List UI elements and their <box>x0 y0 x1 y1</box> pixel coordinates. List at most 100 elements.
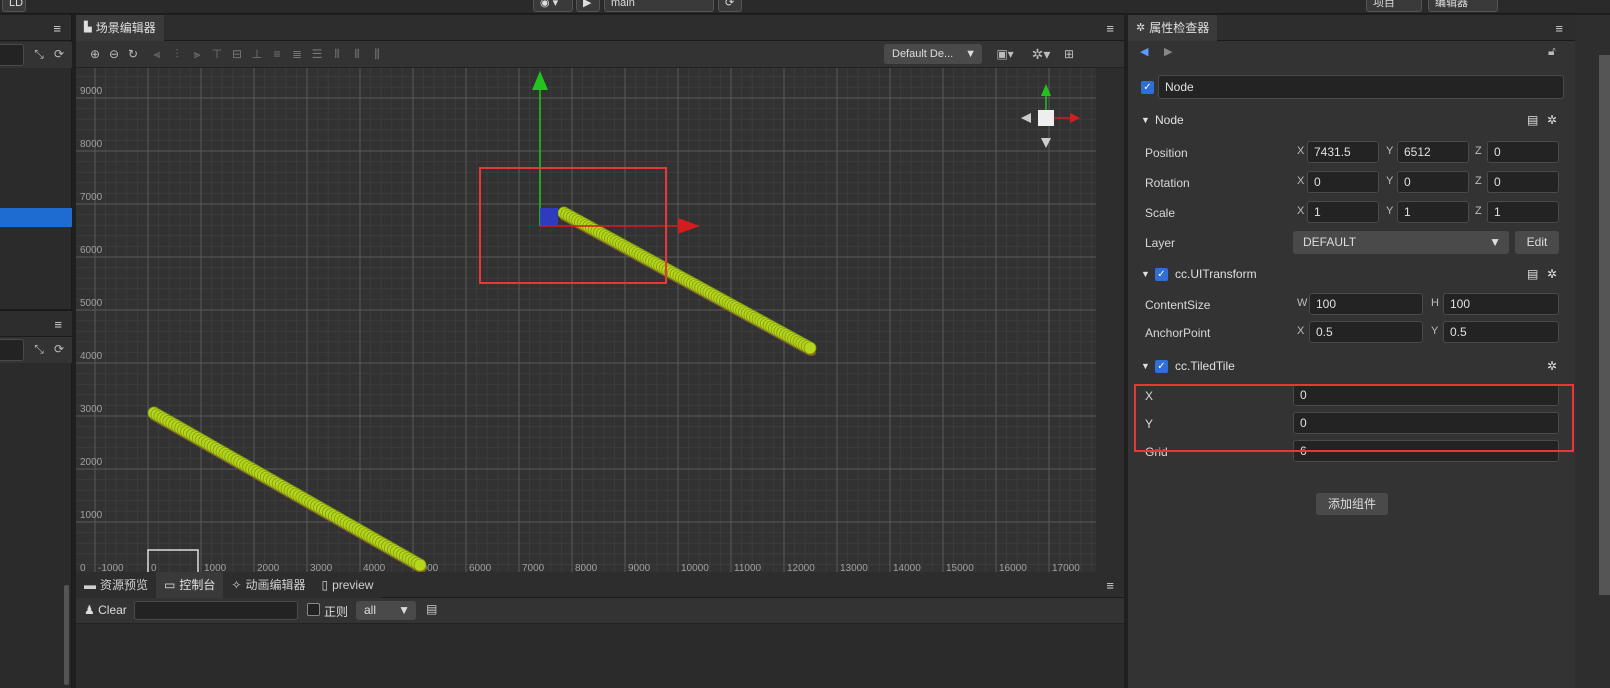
tiled-tile-enabled-checkbox[interactable]: ✓ <box>1155 360 1168 373</box>
build-platform-button[interactable]: ◉ ▾ <box>533 0 573 12</box>
tab-animation-editor[interactable]: ✧ 动画编辑器 <box>223 571 314 598</box>
rotation-z-input[interactable]: 0 <box>1487 171 1559 193</box>
layer-edit-button[interactable]: Edit <box>1515 231 1559 254</box>
lock-icon[interactable]: 🔓︎ <box>1548 44 1556 59</box>
scene-toolbar: ⊕ ⊖ ↻ ⫷ ⫶ ⫸ ⊤ ⊟ ⊥ ≡ ≣ ☰ ⫴ ⦀ ⫼ Default De… <box>76 41 1124 68</box>
rotation-x-input[interactable]: 0 <box>1307 171 1379 193</box>
regex-checkbox[interactable] <box>307 603 320 616</box>
align-bottom-icon[interactable]: ⊥ <box>248 45 266 63</box>
book-icon[interactable]: ▤ <box>1527 113 1538 127</box>
hierarchy-selected-row[interactable] <box>0 208 72 227</box>
gizmo-center-square <box>540 208 558 226</box>
content-height-input[interactable]: 100 <box>1443 293 1559 315</box>
log-level-select[interactable]: all ▼ <box>356 601 416 620</box>
scene-editor-menu-icon[interactable]: ≡ <box>1106 21 1114 36</box>
project-button[interactable]: 项目 <box>1366 0 1422 12</box>
align-hcenter-icon[interactable]: ⫶ <box>168 45 186 63</box>
gizmo-camera-icon[interactable]: ▣▾ <box>992 45 1018 63</box>
position-z-input[interactable]: 0 <box>1487 141 1559 163</box>
anchor-x-input[interactable]: 0.5 <box>1309 321 1423 343</box>
position-z-value: 0 <box>1494 145 1501 159</box>
tiled-tile-section-header[interactable]: ▼ ✓ cc.TiledTile ✲ <box>1135 354 1565 380</box>
assets-refresh-icon[interactable]: ⟳ <box>50 340 68 358</box>
caret-down-icon: ▼ <box>1141 269 1150 279</box>
axis-y: Y <box>1431 325 1439 337</box>
align-right-icon[interactable]: ⫸ <box>188 45 206 63</box>
forward-arrow-icon[interactable]: ▶ <box>1164 45 1172 58</box>
assets-menu-icon[interactable]: ≡ <box>54 317 62 332</box>
layer-select[interactable]: DEFAULT ▼ <box>1293 231 1509 254</box>
align-left-icon[interactable]: ⫷ <box>148 45 166 63</box>
node-active-checkbox[interactable]: ✓ <box>1141 81 1154 94</box>
distribute-right-icon[interactable]: ⫼ <box>368 45 386 63</box>
assets-search-input[interactable] <box>0 339 24 361</box>
back-arrow-icon[interactable]: ◀ <box>1140 45 1148 58</box>
anchor-y-input[interactable]: 0.5 <box>1443 321 1559 343</box>
camera-select[interactable]: Default De... ▼ <box>884 44 982 64</box>
node-name-input[interactable]: Node <box>1158 75 1564 99</box>
content-size-label: ContentSize <box>1145 298 1211 312</box>
distribute-bottom-icon[interactable]: ☰ <box>308 45 326 63</box>
play-button[interactable]: ▶ <box>576 0 600 12</box>
right-edge-scroll[interactable] <box>1599 55 1610 595</box>
node-section-header[interactable]: ▼ Node ▤ ✲ <box>1135 108 1565 134</box>
section-gear-icon[interactable]: ✲ <box>1547 359 1557 373</box>
scene-viewport[interactable]: -1000 0 1000 2000 3000 4000 5000 6000 7000 8000 90… <box>76 68 1096 583</box>
tile-sprite <box>413 558 427 572</box>
scale-x-input[interactable]: 1 <box>1307 201 1379 223</box>
scene-canvas[interactable]: -1000 0 1000 2000 3000 4000 5000 6000 7000 8000 90… <box>76 68 1096 583</box>
align-top-icon[interactable]: ⊤ <box>208 45 226 63</box>
zoom-out-icon[interactable]: ⊖ <box>105 45 123 63</box>
position-x-input[interactable]: 7431.5 <box>1307 141 1379 163</box>
add-component-button[interactable]: 添加组件 <box>1316 493 1388 515</box>
tile-sprite <box>803 341 817 355</box>
position-label: Position <box>1145 146 1188 160</box>
scale-z-input[interactable]: 1 <box>1487 201 1559 223</box>
scene-icon: ▙ <box>84 22 92 33</box>
align-vcenter-icon[interactable]: ⊟ <box>228 45 246 63</box>
clear-button[interactable]: ♟ Clear <box>84 603 127 617</box>
section-gear-icon[interactable]: ✲ <box>1547 113 1557 127</box>
assets-scrollbar[interactable] <box>64 585 69 685</box>
zoom-in-icon[interactable]: ⊕ <box>86 45 104 63</box>
distribute-left-icon[interactable]: ⫴ <box>328 45 346 63</box>
rotation-y-value: 0 <box>1404 175 1411 189</box>
scale-y-input[interactable]: 1 <box>1397 201 1469 223</box>
section-gear-icon[interactable]: ✲ <box>1547 267 1557 281</box>
axis-y: Y <box>1386 205 1394 217</box>
hierarchy-search-input[interactable] <box>0 44 24 66</box>
inspector-menu-icon[interactable]: ≡ <box>1555 21 1563 36</box>
console-menu-icon[interactable]: ≡ <box>1106 578 1114 593</box>
book-icon[interactable]: ▤ <box>1527 267 1538 281</box>
collapse-icon[interactable]: ⤡ <box>30 45 48 63</box>
caret-down-icon: ▼ <box>1141 115 1150 125</box>
tab-preview[interactable]: ▯ preview <box>313 571 382 598</box>
grid-lines <box>76 68 1096 583</box>
position-y-input[interactable]: 6512 <box>1397 141 1469 163</box>
reset-view-icon[interactable]: ↻ <box>124 45 142 63</box>
content-width-input[interactable]: 100 <box>1309 293 1423 315</box>
right-edge-strip <box>1575 15 1610 688</box>
tab-console[interactable]: ▭ 控制台 <box>156 571 224 598</box>
top-left-button[interactable]: LD <box>2 0 26 12</box>
editor-button[interactable]: 编辑器 <box>1428 0 1498 12</box>
layout-icon[interactable]: ⊞ <box>1060 45 1078 63</box>
hierarchy-menu-icon[interactable]: ≡ <box>53 21 61 36</box>
gear-icon[interactable]: ✲▾ <box>1028 45 1054 63</box>
tab-inspector[interactable]: ✲ 属性检查器 <box>1128 14 1218 41</box>
tab-scene-editor[interactable]: ▙ 场景编辑器 <box>76 14 164 41</box>
distribute-top-icon[interactable]: ≡ <box>268 45 286 63</box>
open-log-file-icon[interactable]: ▤ <box>426 602 437 616</box>
ui-transform-title: cc.UITransform <box>1175 267 1257 281</box>
assets-collapse-icon[interactable]: ⤡ <box>30 340 48 358</box>
ui-transform-enabled-checkbox[interactable]: ✓ <box>1155 268 1168 281</box>
distribute-hcenter-icon[interactable]: ⦀ <box>348 45 366 63</box>
rotation-y-input[interactable]: 0 <box>1397 171 1469 193</box>
ui-transform-section-header[interactable]: ▼ ✓ cc.UITransform ▤ ✲ <box>1135 262 1565 288</box>
scene-select[interactable]: main <box>604 0 714 12</box>
refresh-icon[interactable]: ⟳ <box>50 45 68 63</box>
console-search-input[interactable] <box>134 601 298 620</box>
distribute-vcenter-icon[interactable]: ≣ <box>288 45 306 63</box>
refresh-button[interactable]: ⟳ <box>718 0 742 12</box>
tab-asset-preview[interactable]: ▬ 资源预览 <box>76 571 157 598</box>
